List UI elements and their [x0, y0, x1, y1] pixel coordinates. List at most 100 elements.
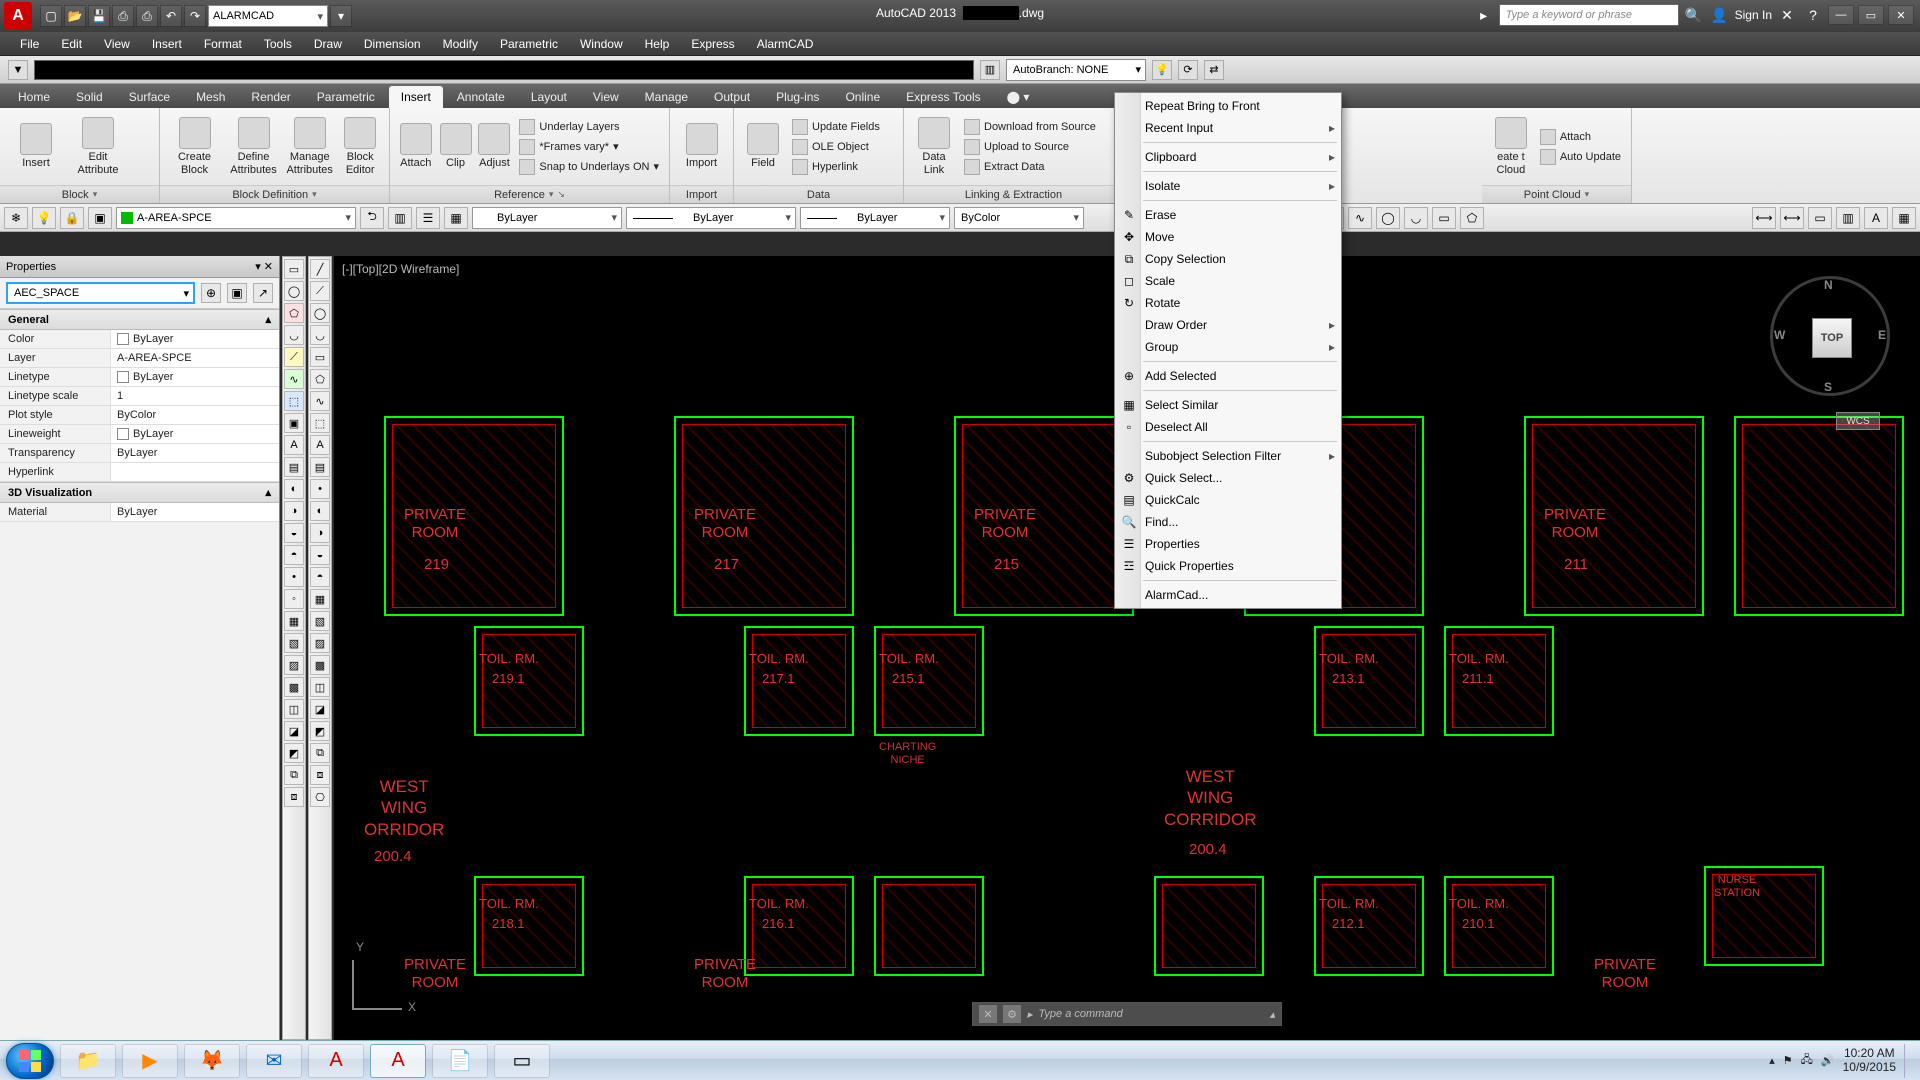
plotstyle-combo[interactable]: ByColor — [954, 207, 1084, 229]
vtool-b-23[interactable]: ⧈ — [310, 765, 330, 785]
qat-more-icon[interactable]: ▾ — [330, 5, 352, 27]
ribbon-tab-extra[interactable]: ⬤ ▾ — [995, 86, 1042, 108]
vtool-b-12[interactable]: ◑ — [310, 523, 330, 543]
vtool-b-1[interactable]: ⟋ — [310, 281, 330, 301]
dim2-icon[interactable]: ⟷ — [1780, 207, 1804, 229]
pc-attach-button[interactable]: Attach — [1538, 128, 1623, 146]
ribbon-tab-manage[interactable]: Manage — [633, 86, 700, 108]
qat-save-icon[interactable]: 💾 — [88, 5, 110, 27]
qat-redo-icon[interactable]: ↷ — [184, 5, 206, 27]
prop-section-3d-visualization[interactable]: 3D Visualization▴ — [0, 482, 279, 503]
ribbon-tab-render[interactable]: Render — [239, 86, 302, 108]
linetype-combo[interactable]: ByLayer — [626, 207, 796, 229]
taskbar-mediaplayer[interactable]: ▶ — [122, 1044, 178, 1078]
vtool-b-18[interactable]: ▩ — [310, 655, 330, 675]
ctx-repeat-bring-to-front[interactable]: Repeat Bring to Front — [1115, 95, 1341, 117]
layer-combo[interactable]: A-AREA-SPCE — [116, 207, 356, 229]
app-icon[interactable]: A — [4, 2, 32, 30]
show-desktop-button[interactable] — [1904, 1044, 1914, 1078]
tool-icon[interactable]: ▥ — [980, 60, 1000, 80]
arrow-icon[interactable]: ▸ — [1473, 4, 1495, 26]
vtool-b-16[interactable]: ▧ — [310, 611, 330, 631]
help-icon[interactable]: ? — [1802, 4, 1824, 26]
vtool-b-7[interactable]: ⬚ — [310, 413, 330, 433]
create-pointcloud-button[interactable]: eate t Cloud — [1490, 115, 1532, 179]
vc-west[interactable]: W — [1774, 328, 1785, 342]
layerstate-icon[interactable]: ▥ — [388, 207, 412, 229]
vtool-a-16[interactable]: ▦ — [284, 611, 304, 631]
vtool-a-1[interactable]: ◯ — [284, 281, 304, 301]
ctx-copy-selection[interactable]: ⧉Copy Selection — [1115, 248, 1341, 270]
ribbon-tab-parametric[interactable]: Parametric — [305, 86, 387, 108]
ctx-quick-select[interactable]: ⚙Quick Select... — [1115, 467, 1341, 489]
manage-attrs-button[interactable]: Manage Attributes — [286, 115, 333, 179]
ribbon-tab-layout[interactable]: Layout — [519, 86, 579, 108]
vtool-a-21[interactable]: ◪ — [284, 721, 304, 741]
vtool-a-2[interactable]: ⬠ — [284, 303, 304, 323]
ctx-move[interactable]: ✥Move — [1115, 226, 1341, 248]
menu-express[interactable]: Express — [681, 34, 744, 54]
chevron-down-icon[interactable]: ▾ — [1585, 189, 1590, 200]
start-button[interactable] — [6, 1043, 54, 1079]
ctx-group[interactable]: Group — [1115, 336, 1341, 358]
ctx-isolate[interactable]: Isolate — [1115, 175, 1341, 197]
vtool-a-20[interactable]: ◫ — [284, 699, 304, 719]
vtool-b-3[interactable]: ◡ — [310, 325, 330, 345]
vtool-a-0[interactable]: ▭ — [284, 259, 304, 279]
prop-linetype-scale[interactable]: Linetype scale1 — [0, 387, 279, 406]
vtool-a-8[interactable]: A — [284, 435, 304, 455]
adjust-button[interactable]: Adjust — [478, 115, 512, 179]
vtool-b-0[interactable]: ╱ — [310, 259, 330, 279]
vtool-a-7[interactable]: ▣ — [284, 413, 304, 433]
ctx-scale[interactable]: ◻Scale — [1115, 270, 1341, 292]
dim1-icon[interactable]: ⟷ — [1752, 207, 1776, 229]
taskbar-window[interactable]: ▭ — [494, 1044, 550, 1078]
menu-parametric[interactable]: Parametric — [490, 34, 568, 54]
viewcube[interactable]: TOP N S W E — [1770, 276, 1890, 396]
vtool-a-19[interactable]: ▩ — [284, 677, 304, 697]
vtool-b-22[interactable]: ⧉ — [310, 743, 330, 763]
dim4-icon[interactable]: ▥ — [1836, 207, 1860, 229]
poly-icon[interactable]: ⬠ — [1460, 207, 1484, 229]
ribbon-tab-solid[interactable]: Solid — [64, 86, 115, 108]
object-type-combo[interactable]: AEC_SPACE — [6, 282, 195, 304]
taskbar-autocad[interactable]: A — [370, 1044, 426, 1078]
vtool-b-20[interactable]: ◪ — [310, 699, 330, 719]
vtool-b-14[interactable]: ◓ — [310, 567, 330, 587]
palette-close-icon[interactable]: ▾ ✕ — [255, 260, 273, 273]
vtool-b-8[interactable]: A — [310, 435, 330, 455]
snap-underlays-button[interactable]: Snap to Underlays ON ▾ — [517, 158, 661, 176]
pickadd-icon[interactable]: ▣ — [227, 283, 247, 303]
vc-east[interactable]: E — [1878, 328, 1886, 342]
taskbar-firefox[interactable]: 🦊 — [184, 1044, 240, 1078]
vtool-a-18[interactable]: ▨ — [284, 655, 304, 675]
pc-autoupdate-button[interactable]: Auto Update — [1538, 148, 1623, 166]
underlay-layers-button[interactable]: Underlay Layers — [517, 118, 661, 136]
tool4-icon[interactable]: ▦ — [444, 207, 468, 229]
vtool-b-5[interactable]: ⬠ — [310, 369, 330, 389]
search-icon[interactable]: 🔍 — [1683, 4, 1705, 26]
taskbar-explorer[interactable]: 📁 — [60, 1044, 116, 1078]
menu-insert[interactable]: Insert — [142, 34, 192, 54]
ctx-alarmcad[interactable]: AlarmCad... — [1115, 584, 1341, 606]
vtool-a-10[interactable]: ◐ — [284, 479, 304, 499]
ctx-quick-properties[interactable]: ☲Quick Properties — [1115, 555, 1341, 577]
sign-in-label[interactable]: Sign In — [1735, 8, 1772, 22]
chevron-down-icon[interactable]: ▾ — [549, 189, 554, 200]
layerlock-icon[interactable]: 🔒 — [60, 207, 84, 229]
ctx-subobject-selection-filter[interactable]: Subobject Selection Filter — [1115, 445, 1341, 467]
vtool-b-17[interactable]: ▨ — [310, 633, 330, 653]
prop-material[interactable]: MaterialByLayer — [0, 503, 279, 522]
vtool-b-24[interactable]: ⎔ — [310, 787, 330, 807]
ribbon-tab-annotate[interactable]: Annotate — [445, 86, 517, 108]
window-close-button[interactable]: ✕ — [1888, 5, 1914, 25]
edit-attribute-button[interactable]: Edit Attribute — [70, 115, 126, 179]
vtool-b-11[interactable]: ◐ — [310, 501, 330, 521]
vtool-a-13[interactable]: ◓ — [284, 545, 304, 565]
download-source-button[interactable]: Download from Source — [962, 118, 1098, 136]
insert-block-button[interactable]: Insert — [8, 115, 64, 179]
lineweight-combo[interactable]: ByLayer — [800, 207, 950, 229]
extract-data-button[interactable]: Extract Data — [962, 158, 1098, 176]
menu-view[interactable]: View — [94, 34, 140, 54]
cmd-opts-icon[interactable]: ⚙ — [1003, 1005, 1021, 1023]
